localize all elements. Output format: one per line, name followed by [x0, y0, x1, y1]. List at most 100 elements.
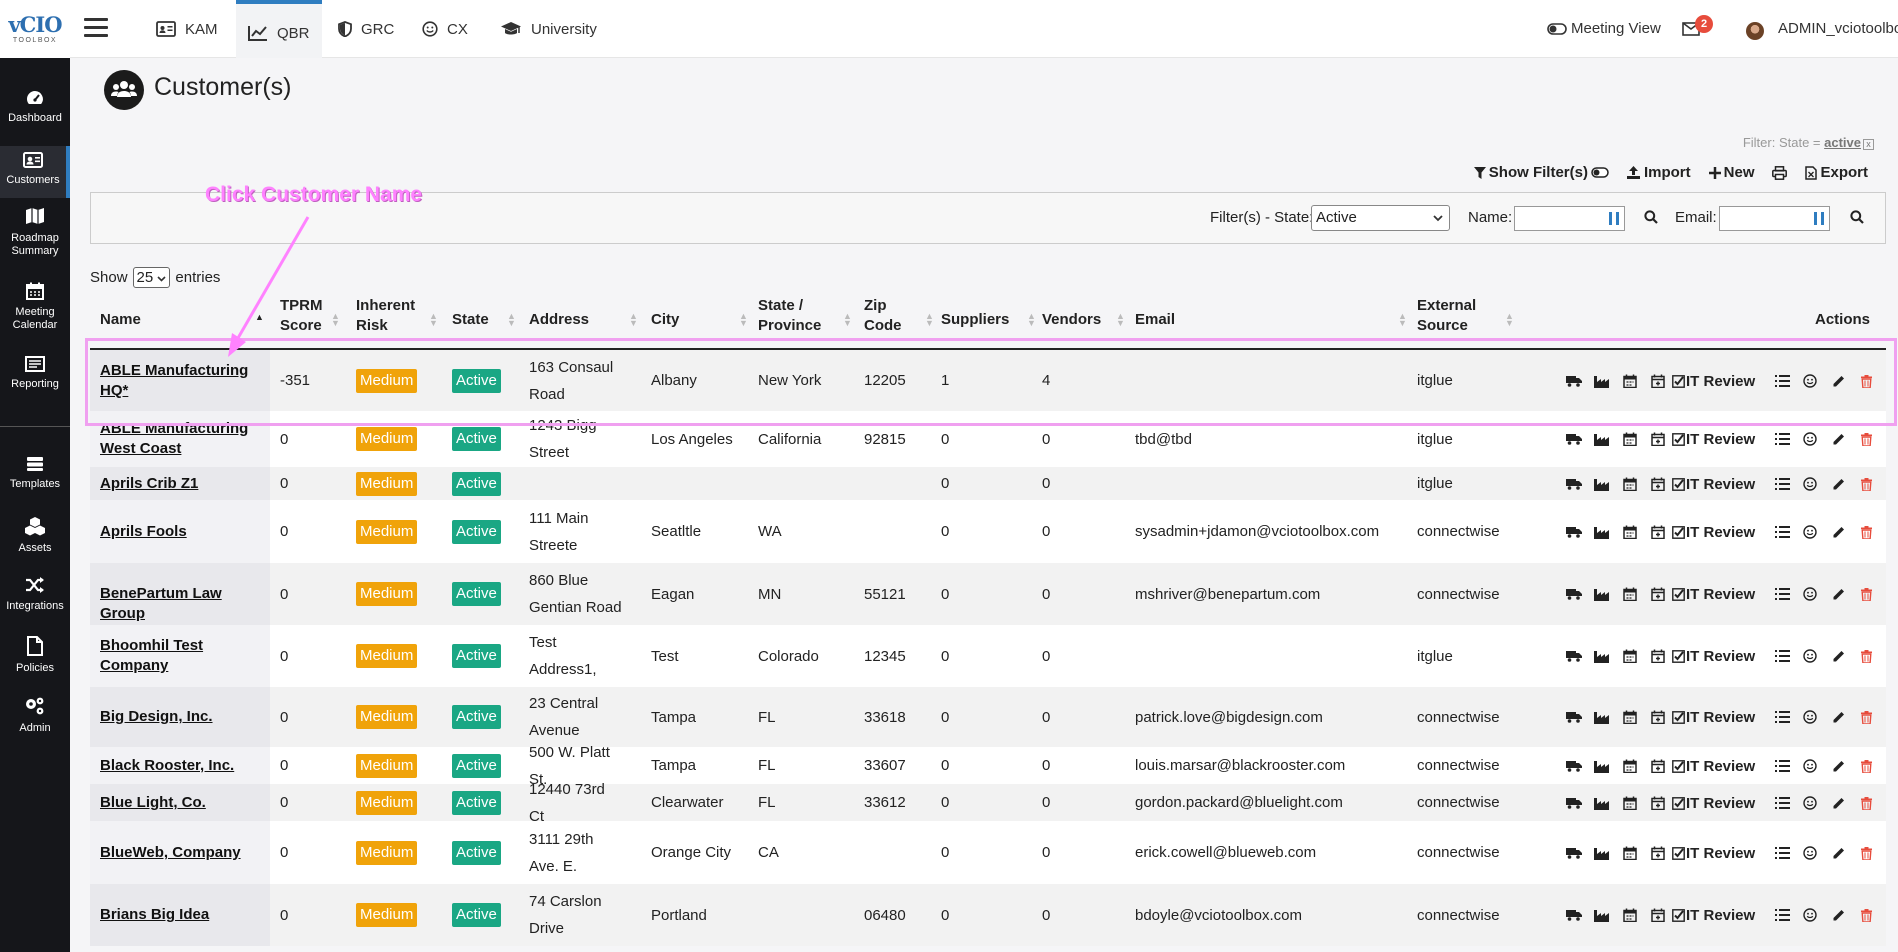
entries-per-page-select[interactable]: 25: [132, 267, 171, 288]
smile-icon[interactable]: [1796, 584, 1824, 604]
column-header-name[interactable]: Name: [100, 310, 141, 330]
pencil-icon[interactable]: [1824, 646, 1852, 666]
tab-kam[interactable]: KAM: [144, 0, 230, 58]
it-review-button[interactable]: IT Review: [1672, 431, 1768, 448]
smile-icon[interactable]: [1796, 474, 1824, 494]
truck-icon[interactable]: [1560, 474, 1588, 494]
it-review-button[interactable]: IT Review: [1672, 524, 1768, 541]
sidebar-item-policies[interactable]: Policies: [0, 636, 70, 675]
pencil-icon[interactable]: [1824, 793, 1852, 813]
sidebar-item-customers[interactable]: Customers: [0, 146, 70, 198]
table-row[interactable]: Blue Light, Co. 0 12440 73rd Ct Clearwater F…: [90, 781, 1886, 825]
column-header-suppliers[interactable]: Suppliers: [941, 310, 1009, 330]
search-icon[interactable]: [1644, 210, 1658, 224]
sidebar-item-dashboard[interactable]: Dashboard: [0, 90, 70, 125]
pencil-icon[interactable]: [1824, 429, 1852, 449]
calendar-icon[interactable]: [1616, 522, 1644, 542]
calendar-icon[interactable]: [1616, 905, 1644, 925]
it-review-button[interactable]: IT Review: [1672, 648, 1768, 665]
list-icon[interactable]: [1768, 793, 1796, 813]
trash-icon[interactable]: [1852, 905, 1880, 925]
list-icon[interactable]: [1768, 429, 1796, 449]
pencil-icon[interactable]: [1824, 756, 1852, 776]
sidebar-item-admin[interactable]: Admin: [0, 696, 70, 735]
trash-icon[interactable]: [1852, 429, 1880, 449]
factory-icon[interactable]: [1588, 843, 1616, 863]
factory-icon[interactable]: [1588, 793, 1616, 813]
truck-icon[interactable]: [1560, 756, 1588, 776]
smile-icon[interactable]: [1796, 522, 1824, 542]
smile-icon[interactable]: [1796, 646, 1824, 666]
calendar-plus-icon[interactable]: [1644, 843, 1672, 863]
column-header-vendors[interactable]: Vendors: [1042, 310, 1101, 330]
hamburger-menu-icon[interactable]: [84, 18, 108, 38]
column-header-source[interactable]: External Source: [1417, 296, 1487, 336]
calendar-plus-icon[interactable]: [1644, 756, 1672, 776]
tab-qbr[interactable]: QBR: [236, 0, 322, 58]
calendar-plus-icon[interactable]: [1644, 707, 1672, 727]
list-icon[interactable]: [1768, 522, 1796, 542]
table-row[interactable]: BenePartum Law Group 0 860 Blue Gentian Ro…: [90, 563, 1886, 625]
pencil-icon[interactable]: [1824, 522, 1852, 542]
export-button[interactable]: Export: [1805, 164, 1868, 181]
trash-icon[interactable]: [1852, 707, 1880, 727]
trash-icon[interactable]: [1852, 584, 1880, 604]
state-filter-select[interactable]: Active: [1311, 205, 1450, 231]
calendar-plus-icon[interactable]: [1644, 474, 1672, 494]
trash-icon[interactable]: [1852, 793, 1880, 813]
smile-icon[interactable]: [1796, 707, 1824, 727]
meeting-view-toggle[interactable]: Meeting View: [1547, 20, 1661, 37]
customer-name-link[interactable]: Aprils Crib Z1: [100, 474, 260, 494]
clear-filter-icon[interactable]: x: [1863, 139, 1874, 150]
column-header-city[interactable]: City: [651, 310, 679, 330]
customer-name-link[interactable]: Brians Big Idea: [100, 905, 260, 925]
list-icon[interactable]: [1768, 584, 1796, 604]
customer-name-link[interactable]: Black Rooster, Inc.: [100, 756, 260, 776]
pencil-icon[interactable]: [1824, 474, 1852, 494]
sidebar-item-integrations[interactable]: Integrations: [0, 576, 70, 613]
column-header-address[interactable]: Address: [529, 310, 589, 330]
show-filters-button[interactable]: Show Filter(s): [1473, 164, 1609, 181]
list-icon[interactable]: [1768, 646, 1796, 666]
factory-icon[interactable]: [1588, 522, 1616, 542]
calendar-icon[interactable]: [1616, 793, 1644, 813]
table-row[interactable]: Aprils Fools 0 111 Main Streete Seatltle WA 0…: [90, 500, 1886, 563]
vcio-toolbox-logo[interactable]: vCIO TOOLBOX: [0, 0, 70, 58]
name-filter-input[interactable]: [1514, 206, 1625, 231]
column-header-zip[interactable]: Zip Code: [864, 296, 904, 336]
it-review-button[interactable]: IT Review: [1672, 795, 1768, 812]
factory-icon[interactable]: [1588, 707, 1616, 727]
table-row[interactable]: Brians Big Idea 0 74 Carslon Drive Portland…: [90, 884, 1886, 946]
user-name[interactable]: ADMIN_vciotoolbox demo: [1778, 20, 1898, 37]
trash-icon[interactable]: [1852, 646, 1880, 666]
table-row[interactable]: Big Design, Inc. 0 23 Central Avenue Tampa F…: [90, 687, 1886, 747]
new-button[interactable]: New: [1708, 164, 1754, 181]
trash-icon[interactable]: [1852, 843, 1880, 863]
table-row[interactable]: Bhoomhil Test Company0Test Address1, add…: [90, 625, 1886, 705]
truck-icon[interactable]: [1560, 843, 1588, 863]
column-header-province[interactable]: State / Province: [758, 296, 828, 336]
search-icon[interactable]: [1850, 210, 1864, 224]
column-header-risk[interactable]: Inherent Risk: [356, 296, 426, 336]
calendar-plus-icon[interactable]: [1644, 584, 1672, 604]
avatar[interactable]: [1746, 22, 1764, 40]
trash-icon[interactable]: [1852, 474, 1880, 494]
calendar-icon[interactable]: [1616, 707, 1644, 727]
calendar-plus-icon[interactable]: [1644, 646, 1672, 666]
calendar-icon[interactable]: [1616, 429, 1644, 449]
factory-icon[interactable]: [1588, 756, 1616, 776]
customer-name-link[interactable]: Big Design, Inc.: [100, 707, 260, 727]
pencil-icon[interactable]: [1824, 584, 1852, 604]
smile-icon[interactable]: [1796, 756, 1824, 776]
customer-name-link[interactable]: BenePartum Law Group: [100, 584, 260, 624]
truck-icon[interactable]: [1560, 905, 1588, 925]
tab-university[interactable]: University: [488, 0, 609, 58]
factory-icon[interactable]: [1588, 905, 1616, 925]
calendar-icon[interactable]: [1616, 843, 1644, 863]
list-icon[interactable]: [1768, 905, 1796, 925]
factory-icon[interactable]: [1588, 429, 1616, 449]
truck-icon[interactable]: [1560, 522, 1588, 542]
trash-icon[interactable]: [1852, 756, 1880, 776]
calendar-plus-icon[interactable]: [1644, 522, 1672, 542]
print-button[interactable]: [1772, 164, 1788, 181]
